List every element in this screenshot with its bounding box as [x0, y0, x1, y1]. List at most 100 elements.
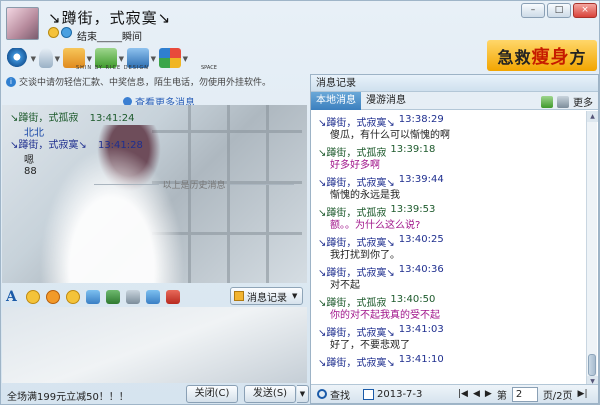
dropdown-arrow-icon: ▼ — [292, 292, 298, 300]
record-scrollbar[interactable]: ▲ ▼ — [586, 111, 598, 387]
close-window-button[interactable]: × — [573, 3, 597, 18]
record-time: 13:39:18 — [390, 144, 436, 155]
record-item: ↘蹲街，式孤寂 13:39:53 额。。为什么这么说? — [318, 204, 587, 234]
message-input[interactable] — [2, 307, 307, 383]
message-sender: ↘蹲街，式寂寞↘ — [10, 140, 87, 151]
watermark-right: SPACE — [201, 65, 217, 71]
ad-banner[interactable]: 急救 瘦身 方 — [487, 40, 597, 71]
chat-message: ↘蹲街，式孤寂 13:41:24 北北 — [10, 109, 135, 139]
message-sender: ↘蹲街，式孤寂 — [10, 113, 79, 124]
record-time: 13:41:10 — [398, 354, 444, 365]
record-text: 我打扰到你了。 — [330, 250, 400, 261]
record-item: ↘蹲街，式寂寞↘ 13:40:36 对不起 — [318, 264, 587, 294]
bottom-bar: 全场满199元立减50！！！ 关闭(C) 发送(S) ▼ — [1, 383, 311, 405]
contact-signature: 结束_____瞬间 — [77, 32, 142, 43]
first-page-icon[interactable]: |◀ — [458, 389, 468, 399]
send-button[interactable]: 发送(S) — [244, 385, 296, 403]
divider-rule — [94, 184, 159, 185]
send-options-button[interactable]: ▼ — [297, 385, 309, 403]
sender-name: ↘蹲街，式寂寞↘ — [318, 268, 395, 279]
sender-name: ↘蹲街，式寂寞↘ — [318, 118, 395, 129]
more-link[interactable]: 更多 — [573, 94, 593, 109]
ad-text-highlight: 瘦身 — [531, 46, 570, 68]
record-list: ↘蹲街，式寂寞↘ 13:38:29 傻瓜，有什么可以惭愧的啊 ↘蹲街，式孤寂 13:… — [311, 111, 587, 387]
last-page-icon[interactable]: ▶| — [578, 389, 588, 399]
panel-tabs: 本地消息 漫游消息 更多 — [311, 91, 598, 110]
voice-call-icon[interactable]: ▼ — [39, 48, 60, 68]
send-image-icon[interactable] — [106, 290, 120, 304]
close-button[interactable]: 关闭(C) — [186, 385, 238, 403]
prev-page-icon[interactable]: ◀ — [473, 389, 480, 399]
sender-name: ↘蹲街，式孤寂 — [318, 208, 387, 219]
tab-roaming-messages[interactable]: 漫游消息 — [361, 92, 411, 110]
message-time: 13:41:28 — [97, 140, 143, 151]
doodle-icon[interactable] — [86, 290, 100, 304]
sender-name: ↘蹲街，式寂寞↘ — [318, 178, 395, 189]
speaker-icon[interactable] — [557, 95, 569, 108]
history-divider-label: 以上是历史消息 — [162, 181, 226, 191]
avatar[interactable] — [6, 7, 39, 40]
window-controls: – □ × — [521, 3, 597, 18]
record-text: 惭愧的永远是我 — [330, 190, 400, 201]
record-item: ↘蹲街，式孤寂 13:39:18 好多好多啊 — [318, 144, 587, 174]
watermark-left: SHIN BY RICE DESIGN — [76, 65, 149, 71]
page-suffix: 页/2页 — [542, 390, 573, 402]
minimize-button[interactable]: – — [521, 3, 545, 18]
ad-text-prefix: 急救 — [497, 47, 532, 67]
chat-area: ↘蹲街，式孤寂 13:41:24 北北 ↘蹲街，式寂寞↘ 13:41:28 嗯 … — [2, 105, 307, 283]
font-icon[interactable]: A — [6, 290, 20, 304]
find-label: 查找 — [330, 390, 350, 402]
video-call-icon[interactable]: ▼ — [7, 48, 36, 68]
page-input[interactable]: 2 — [511, 386, 538, 402]
record-time: 13:41:03 — [398, 324, 444, 335]
calendar-icon — [363, 388, 374, 400]
record-time: 13:39:53 — [390, 204, 436, 215]
promo-text[interactable]: 全场满199元立减50！！！ — [7, 388, 129, 403]
status-icons — [48, 27, 72, 38]
history-divider: 以上是历史消息 — [94, 178, 295, 191]
sender-name: ↘蹲街，式孤寂 — [318, 148, 387, 159]
page-prefix: 第 — [496, 390, 507, 402]
chat-window: ↘蹲街，式寂寞↘ 结束_____瞬间 – □ × 急救 瘦身 方 ▼ ▼ ▼ ▼… — [0, 0, 600, 405]
message-record-button[interactable]: 消息记录 ▼ — [230, 287, 303, 305]
security-notice: i 交谈中请勿轻信汇款、中奖信息，陌生电话，勿使用外挂软件。 — [6, 75, 306, 88]
sender-name: ↘蹲街，式孤寂 — [318, 298, 387, 309]
record-item: ↘蹲街，式寂寞↘ 13:38:29 傻瓜，有什么可以惭愧的啊 — [318, 114, 587, 144]
record-text: 对不起 — [330, 280, 360, 291]
record-item: ↘蹲街，式寂寞↘ 13:41:10 — [318, 354, 587, 384]
message-record-panel: 消息记录 本地消息 漫游消息 更多 ↘蹲街，式寂寞↘ 13:38:29 傻瓜，有什… — [310, 74, 599, 404]
panel-tools: 更多 — [541, 94, 593, 109]
record-item: ↘蹲街，式寂寞↘ 13:39:44 惭愧的永远是我 — [318, 174, 587, 204]
record-text: 额。。为什么这么说? — [330, 220, 421, 231]
screenshot-icon[interactable] — [146, 290, 160, 304]
clock-icon — [234, 291, 244, 301]
apps-icon[interactable]: ▼ — [159, 48, 188, 68]
record-time: 13:40:25 — [398, 234, 444, 245]
maximize-button[interactable]: □ — [547, 3, 571, 18]
record-text: 好了，不要悲观了 — [330, 340, 410, 351]
emoji-icon[interactable] — [26, 290, 40, 304]
status-icon[interactable] — [48, 27, 59, 38]
record-time: 13:38:29 — [398, 114, 444, 125]
find-button[interactable]: 查找 — [311, 387, 359, 402]
shake-icon[interactable] — [66, 290, 80, 304]
scroll-up-icon[interactable]: ▲ — [587, 111, 598, 122]
export-icon[interactable] — [541, 95, 553, 108]
record-item: ↘蹲街，式寂寞↘ 13:41:03 好了，不要悲观了 — [318, 324, 587, 354]
magic-emoji-icon[interactable] — [46, 290, 60, 304]
date-value: 2013-7-3 — [377, 388, 423, 400]
next-page-icon[interactable]: ▶ — [485, 389, 492, 399]
scroll-thumb[interactable] — [588, 354, 596, 376]
info-icon[interactable] — [61, 27, 72, 38]
search-icon — [317, 389, 327, 399]
sender-name: ↘蹲街，式寂寞↘ — [318, 238, 395, 249]
date-picker[interactable]: 2013-7-3 — [359, 388, 455, 400]
gift-icon[interactable] — [166, 290, 180, 304]
chat-message: ↘蹲街，式寂寞↘ 13:41:28 嗯 88 — [10, 136, 143, 177]
ad-text-suffix: 方 — [569, 47, 587, 67]
divider-rule — [229, 184, 295, 185]
tab-local-messages[interactable]: 本地消息 — [311, 91, 361, 110]
record-time: 13:40:50 — [390, 294, 436, 305]
record-time: 13:40:36 — [398, 264, 444, 275]
music-icon[interactable] — [126, 290, 140, 304]
